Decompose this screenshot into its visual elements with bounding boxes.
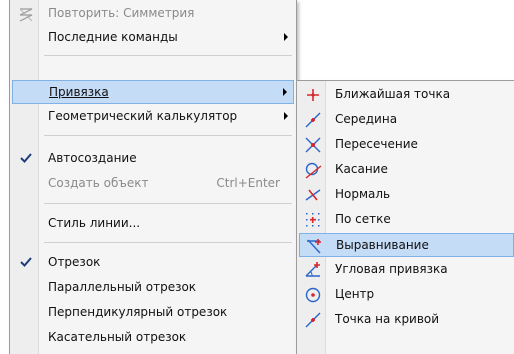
menu-item-label-text: Привязка xyxy=(49,85,109,99)
menu-separator xyxy=(44,242,292,243)
menu-item-segment[interactable]: Отрезок xyxy=(12,251,294,275)
submenu-arrow-icon xyxy=(284,112,288,120)
submenu-item-label: Угловая привязка xyxy=(335,262,448,276)
tangent-icon xyxy=(303,160,323,180)
checkmark-icon xyxy=(18,254,34,270)
menu-item-label: Автосоздание xyxy=(48,151,137,165)
menu-item-tangent-segment[interactable]: Касательный отрезок xyxy=(12,326,294,350)
menu-item-auto-create[interactable]: Автосоздание xyxy=(12,147,294,171)
checkmark-icon xyxy=(18,150,34,166)
submenu-item-angle-snap[interactable]: Угловая привязка xyxy=(299,258,514,282)
shortcut-label: Ctrl+Enter xyxy=(216,176,280,190)
submenu-item-nearest-point[interactable]: Ближайшая точка xyxy=(299,83,514,107)
submenu-arrow-icon xyxy=(284,33,288,41)
menu-item-label: Отрезок xyxy=(48,255,101,269)
menu-item-label: Создать объект xyxy=(48,176,149,190)
grid-snap-icon xyxy=(303,210,323,230)
submenu-item-label: По сетке xyxy=(335,212,391,226)
submenu-item-intersection[interactable]: Пересечение xyxy=(299,133,514,157)
submenu-item-label: Точка на кривой xyxy=(335,312,440,326)
menu-item-label: Последние команды xyxy=(48,30,178,44)
submenu-item-midpoint[interactable]: Середина xyxy=(299,108,514,132)
submenu-item-label: Середина xyxy=(335,112,398,126)
submenu-item-label: Нормаль xyxy=(335,187,391,201)
submenu-item-tangent[interactable]: Касание xyxy=(299,158,514,182)
menu-item-label: Стиль линии... xyxy=(48,216,141,230)
angle-snap-icon xyxy=(303,260,323,280)
menu-item-snap[interactable]: Привязка xyxy=(12,80,294,104)
menu-separator xyxy=(44,135,292,136)
submenu-arrow-icon xyxy=(283,88,287,96)
menu-separator xyxy=(44,55,292,56)
point-on-curve-icon xyxy=(303,310,323,330)
menu-item-create-object[interactable]: Создать объект Ctrl+Enter xyxy=(12,172,294,196)
submenu-item-normal[interactable]: Нормаль xyxy=(299,183,514,207)
submenu-item-point-on-curve[interactable]: Точка на кривой xyxy=(299,308,514,332)
nearest-point-icon xyxy=(303,85,323,105)
repeat-icon xyxy=(16,4,36,24)
menu-item-repeat[interactable]: Повторить: Симметрия xyxy=(12,2,294,26)
menu-item-label: Касательный отрезок xyxy=(48,330,187,344)
menu-item-label: Привязка xyxy=(49,85,109,99)
submenu-item-label: Выравнивание xyxy=(336,238,429,252)
menu-item-label: Геометрический калькулятор xyxy=(48,109,238,123)
submenu-item-label: Пересечение xyxy=(335,137,418,151)
submenu-item-label: Ближайшая точка xyxy=(335,87,451,101)
submenu-item-label: Касание xyxy=(335,162,388,176)
submenu-item-alignment[interactable]: Выравнивание xyxy=(299,233,514,257)
normal-icon xyxy=(303,185,323,205)
menu-item-parallel-segment[interactable]: Параллельный отрезок xyxy=(12,276,294,300)
midpoint-icon xyxy=(303,110,323,130)
menu-item-label: Параллельный отрезок xyxy=(48,280,197,294)
menu-item-label: Повторить: Симметрия xyxy=(48,6,195,20)
submenu-item-grid-snap[interactable]: По сетке xyxy=(299,208,514,232)
menu-separator xyxy=(44,203,292,204)
snap-submenu: Ближайшая точка Середина Пересечение Кас… xyxy=(296,80,514,354)
menu-item-recent-commands[interactable]: Последние команды xyxy=(12,26,294,50)
submenu-item-center[interactable]: Центр xyxy=(299,283,514,307)
menu-item-geometric-calculator[interactable]: Геометрический калькулятор xyxy=(12,105,294,129)
submenu-item-label: Центр xyxy=(335,287,375,301)
menu-item-perpendicular-segment[interactable]: Перпендикулярный отрезок xyxy=(12,301,294,325)
alignment-icon xyxy=(304,236,324,256)
menu-item-line-style[interactable]: Стиль линии... xyxy=(12,212,294,236)
screen: Повторить: Симметрия Последние команды П… xyxy=(0,0,514,354)
context-menu: Повторить: Симметрия Последние команды П… xyxy=(9,0,297,354)
center-icon xyxy=(303,285,323,305)
menu-item-label: Перпендикулярный отрезок xyxy=(48,305,228,319)
intersection-icon xyxy=(303,135,323,155)
